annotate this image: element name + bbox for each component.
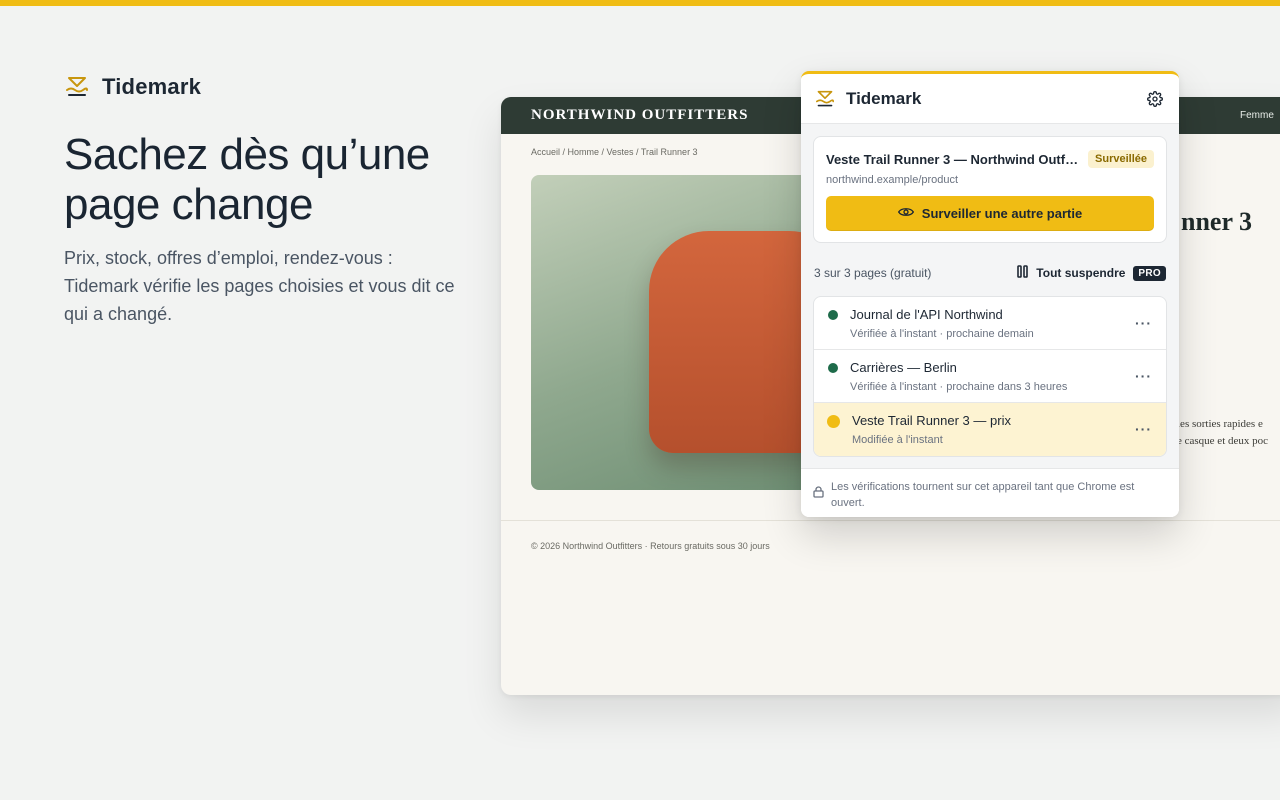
watch-another-part-button[interactable]: Surveiller une autre partie xyxy=(826,196,1154,231)
popup-brand-name: Tidemark xyxy=(846,88,922,108)
product-title: nner 3 xyxy=(1181,207,1253,236)
watched-pages-list: Journal de l'API Northwind Vérifiée à l'… xyxy=(813,296,1167,457)
site-footer: © 2026 Northwind Outfitters · Retours gr… xyxy=(531,541,770,551)
product-image xyxy=(531,175,811,490)
watched-page-item[interactable]: Journal de l'API Northwind Vérifiée à l'… xyxy=(814,297,1166,350)
product-description: les sorties rapides e e casque et deux p… xyxy=(1177,416,1280,450)
accent-top-bar xyxy=(0,0,1280,6)
page-count: 3 sur 3 pages (gratuit) xyxy=(814,266,932,280)
status-dot-changed xyxy=(827,415,840,428)
tidemark-logo-icon xyxy=(64,74,90,100)
lock-icon xyxy=(813,485,824,503)
page-status: Vérifiée à l'instant · prochaine dans 3 … xyxy=(850,381,1068,393)
current-page-title: Veste Trail Runner 3 — Northwind Outfitt… xyxy=(826,151,1081,167)
page-title: Journal de l'API Northwind xyxy=(850,307,1003,322)
more-icon[interactable]: ··· xyxy=(1135,421,1152,437)
hero-subtitle: Prix, stock, offres d’emploi, rendez-vou… xyxy=(64,248,455,324)
gear-icon[interactable] xyxy=(1145,89,1165,109)
brand-name: Tidemark xyxy=(102,74,202,99)
pause-all-button[interactable]: Tout suspendre PRO xyxy=(1017,265,1166,281)
hero-title: Sachez dès qu’une page change xyxy=(64,130,430,229)
list-header: 3 sur 3 pages (gratuit) Tout suspendre P… xyxy=(813,265,1167,281)
breadcrumb[interactable]: Accueil / Homme / Vestes / Trail Runner … xyxy=(531,147,698,157)
pause-all-label: Tout suspendre xyxy=(1036,266,1126,280)
watched-page-item-changed[interactable]: Veste Trail Runner 3 — prix Modifiée à l… xyxy=(814,403,1166,456)
tidemark-logo-icon xyxy=(815,89,835,109)
popup-footer: Les vérifications tournent sur cet appar… xyxy=(801,468,1179,517)
current-page-card: Veste Trail Runner 3 — Northwind Outfitt… xyxy=(813,136,1167,243)
more-icon[interactable]: ··· xyxy=(1135,315,1152,331)
pause-icon xyxy=(1017,265,1029,281)
page-status: Vérifiée à l'instant · prochaine demain xyxy=(850,328,1034,340)
site-logo[interactable]: NORTHWIND OUTFITTERS xyxy=(531,107,748,124)
current-page-url: northwind.example/product xyxy=(826,174,959,186)
status-dot-ok xyxy=(828,363,838,373)
extension-popup: Tidemark Veste Trail Runner 3 — Northwin… xyxy=(801,71,1179,517)
watch-button-label: Surveiller une autre partie xyxy=(921,206,1083,221)
status-dot-ok xyxy=(828,310,838,320)
watched-page-item[interactable]: Carrières — Berlin Vérifiée à l'instant … xyxy=(814,350,1166,403)
jacket-illustration xyxy=(649,231,811,453)
eye-icon xyxy=(897,206,914,221)
page-status: Modifiée à l'instant xyxy=(852,434,943,446)
popup-header: Tidemark xyxy=(801,74,1179,124)
divider xyxy=(501,520,1280,521)
status-badge: Surveillée xyxy=(1088,150,1154,168)
popup-body: Veste Trail Runner 3 — Northwind Outfitt… xyxy=(801,124,1179,468)
description-line: e casque et deux poc xyxy=(1177,435,1269,447)
site-menu-item[interactable]: Femme xyxy=(1240,110,1274,121)
more-icon[interactable]: ··· xyxy=(1135,368,1152,384)
description-line: les sorties rapides e xyxy=(1177,418,1263,430)
page-title: Carrières — Berlin xyxy=(850,360,957,375)
hero-brand: Tidemark xyxy=(64,74,201,100)
footer-note: Les vérifications tournent sur cet appar… xyxy=(831,481,1135,509)
pro-badge: PRO xyxy=(1133,265,1166,281)
page-title: Veste Trail Runner 3 — prix xyxy=(852,413,1011,428)
